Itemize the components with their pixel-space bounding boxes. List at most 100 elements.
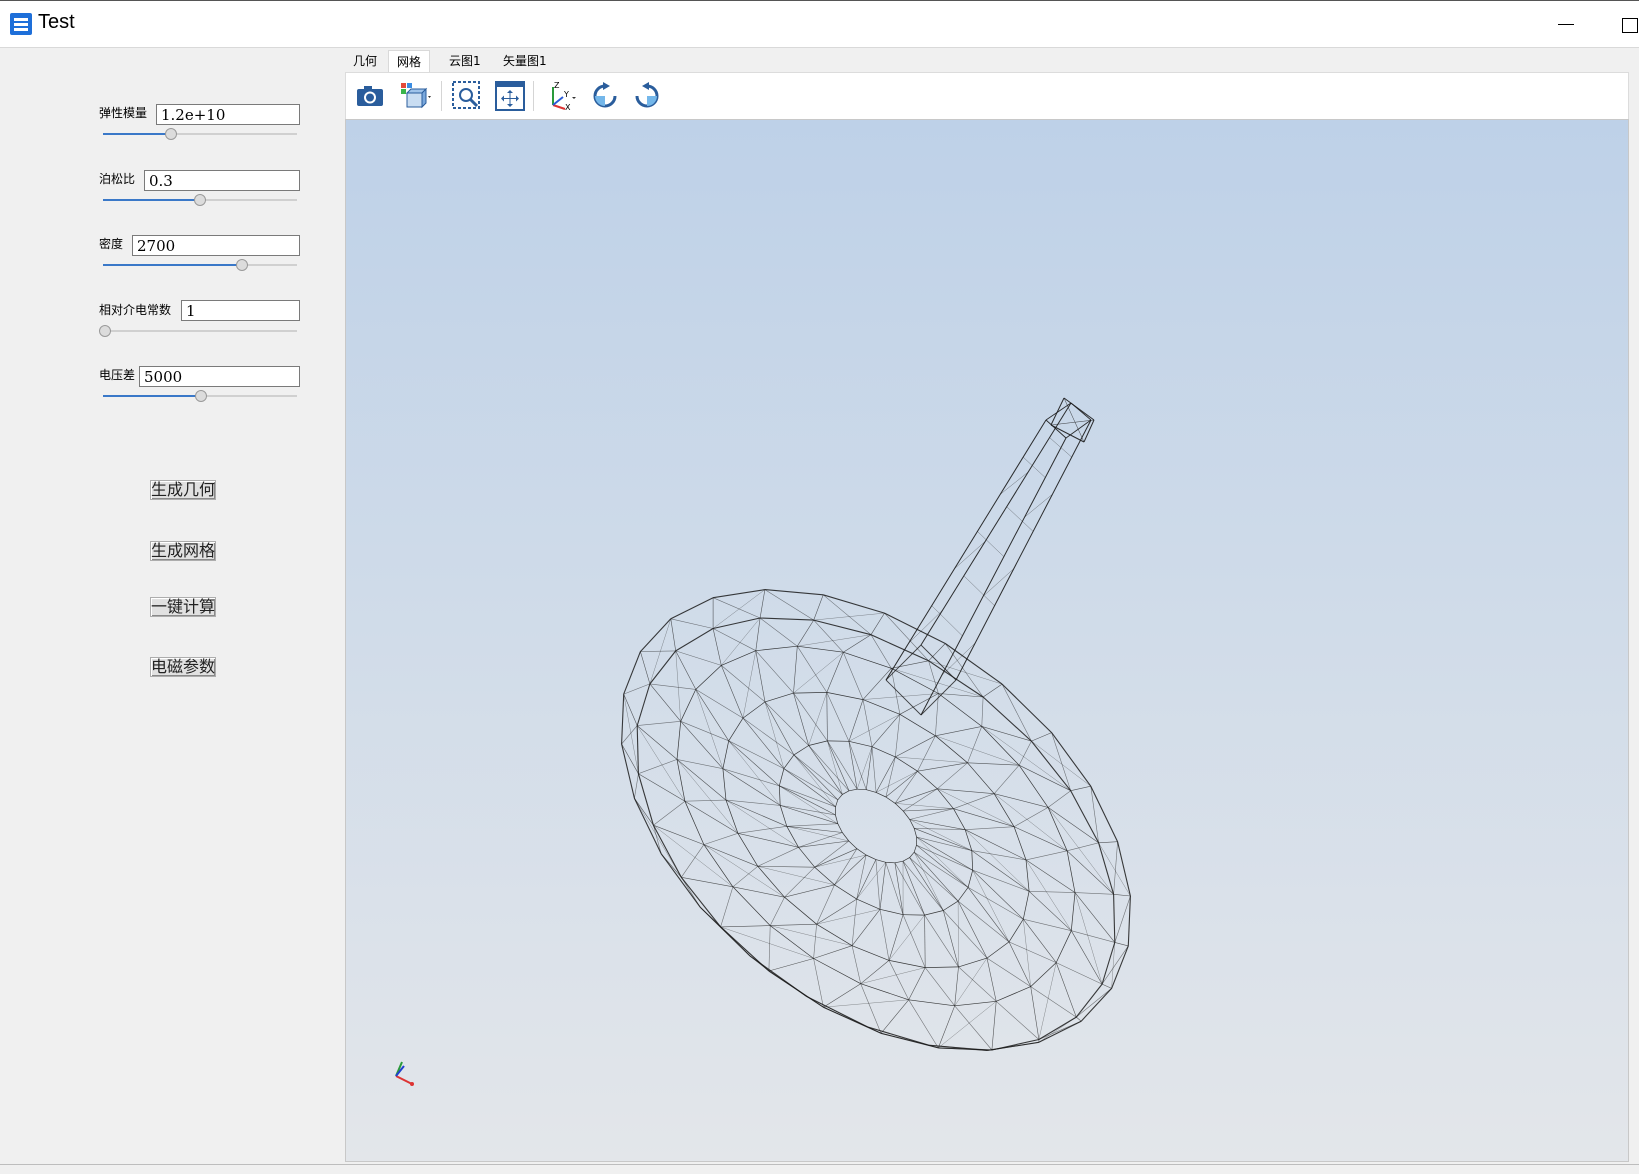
mesh-edge [778, 768, 785, 786]
mesh-edge [924, 910, 944, 916]
mesh-edge [842, 790, 850, 795]
mesh-edge [649, 683, 681, 722]
mesh-edge [843, 652, 864, 700]
mesh-edge [798, 847, 815, 868]
mesh-edge [786, 826, 843, 833]
mesh-edge [684, 800, 739, 834]
orientation-axes-icon [395, 1061, 414, 1086]
view-axes-icon[interactable]: ZYX [543, 79, 577, 113]
display-mode-icon[interactable] [398, 79, 432, 113]
mesh-edge [1101, 942, 1116, 985]
density-input[interactable] [132, 235, 300, 256]
mesh-edge [848, 840, 858, 849]
mesh-edge [732, 886, 771, 926]
maximize-button[interactable] [1612, 9, 1639, 39]
mesh-edge [797, 634, 872, 647]
mesh-edge [760, 617, 814, 621]
mesh-edge [621, 725, 638, 745]
svg-text:X: X [565, 103, 571, 112]
mesh-edge [621, 694, 625, 745]
mesh-edge [786, 823, 838, 827]
tab-mesh[interactable]: 网格 [388, 50, 431, 72]
mesh-edge [957, 900, 988, 959]
mesh-edge [1013, 807, 1049, 827]
density-label: 密度 [99, 237, 124, 251]
mesh-edge [916, 836, 973, 871]
poisson-ratio-input[interactable] [144, 170, 300, 191]
mesh-edge [843, 634, 872, 653]
mesh-edge [1022, 891, 1030, 920]
mesh-edge [902, 914, 926, 968]
mesh-edge [720, 886, 734, 927]
voltage-label: 电压差 [99, 368, 136, 382]
mesh-edge [779, 785, 838, 824]
mesh-edge [720, 926, 814, 959]
mesh-edge [793, 745, 809, 756]
elastic-modulus-input[interactable] [156, 104, 300, 125]
mesh-edge [1029, 891, 1076, 893]
mesh-edge [797, 645, 844, 653]
mesh-edge [721, 665, 744, 719]
tab-vector-1[interactable]: 矢量图1 [495, 50, 555, 72]
voltage-input[interactable] [139, 366, 300, 387]
mesh-edge [1074, 892, 1103, 985]
mesh-edge [675, 650, 681, 722]
permittivity-input[interactable] [181, 300, 300, 321]
mesh-edge [1030, 986, 1040, 1040]
density-slider[interactable] [103, 258, 297, 272]
tab-contour-1[interactable]: 云图1 [441, 50, 489, 72]
elastic-modulus-label: 弹性模量 [99, 106, 148, 120]
mesh-edge [793, 692, 828, 742]
mesh-edge [1076, 988, 1112, 1018]
fit-view-icon[interactable] [493, 79, 527, 113]
mesh-edge [1047, 790, 1071, 808]
mesh-edge [902, 857, 910, 862]
mesh-edge [757, 866, 815, 868]
mesh-edge [680, 689, 697, 722]
zoom-box-icon[interactable] [450, 79, 484, 113]
mesh-edge [1070, 785, 1091, 791]
poisson-ratio-slider[interactable] [103, 193, 297, 207]
title-bar: Test [0, 0, 1639, 48]
generate-geometry-button[interactable]: 生成几何 [150, 480, 216, 500]
app-icon [10, 13, 32, 35]
minimize-button[interactable] [1546, 9, 1586, 39]
rotate-cw-icon[interactable] [588, 79, 622, 113]
generate-mesh-button[interactable]: 生成网格 [150, 541, 216, 561]
mesh-edge [1051, 732, 1092, 787]
mesh-edge [885, 756, 896, 798]
elastic-modulus-slider[interactable] [103, 127, 297, 141]
permittivity-slider[interactable] [99, 324, 297, 338]
rotate-ccw-icon[interactable] [630, 79, 664, 113]
mesh-edge [1025, 859, 1076, 893]
mesh-edge [798, 840, 849, 848]
svg-text:Y: Y [563, 90, 569, 99]
mesh-edge [879, 862, 886, 910]
mesh-edge [991, 1001, 997, 1051]
mesh-edge [623, 651, 641, 695]
tab-geometry[interactable]: 几何 [345, 50, 385, 72]
mesh-edge [722, 768, 727, 801]
mesh-edge [875, 792, 887, 798]
mesh-edge [991, 1042, 1039, 1051]
mesh-edge [1030, 740, 1072, 792]
mesh-edge [871, 746, 877, 793]
mesh-edge [1098, 841, 1118, 844]
em-params-button[interactable]: 电磁参数 [150, 657, 216, 677]
mesh-edge [843, 651, 892, 669]
mesh-edge [725, 799, 799, 848]
mesh-edge [737, 833, 759, 867]
mesh-edge [786, 826, 799, 848]
render-viewport[interactable] [345, 119, 1629, 1162]
mesh-edge [913, 828, 917, 838]
mesh-edge [862, 699, 901, 715]
mesh-edge [636, 683, 651, 726]
voltage-slider[interactable] [103, 389, 297, 403]
mesh-edge [813, 594, 824, 621]
mesh-edge [1076, 1016, 1082, 1022]
mesh-edge [880, 1033, 929, 1046]
mesh-edge [720, 926, 751, 957]
mesh-edge [837, 794, 843, 801]
camera-icon[interactable] [353, 79, 387, 113]
one-click-compute-button[interactable]: 一键计算 [150, 597, 216, 617]
